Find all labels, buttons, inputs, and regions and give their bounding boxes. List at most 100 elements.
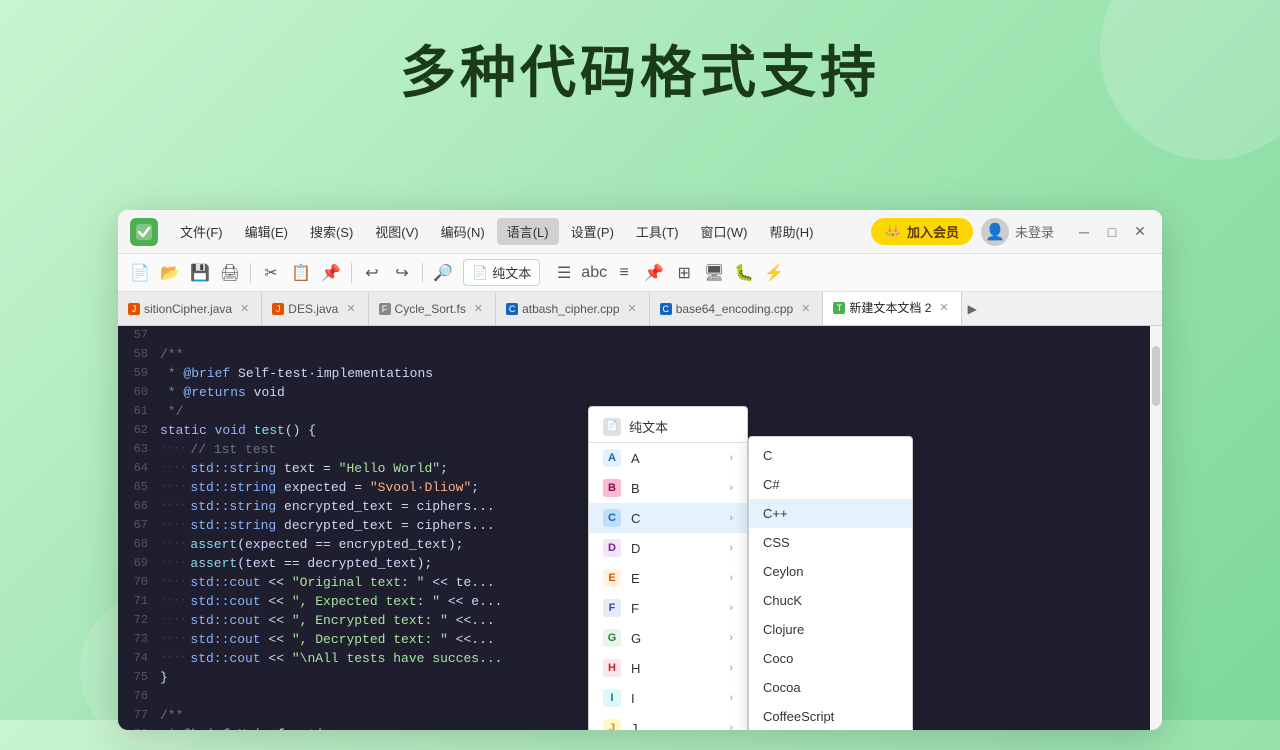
menu-settings[interactable]: 设置(P) [561,218,624,245]
app-logo [130,218,158,246]
tab-close-2[interactable]: ✕ [472,301,485,316]
tab-base64[interactable]: C base64_encoding.cpp ✕ [650,292,824,326]
letter-menu-F[interactable]: F F › [589,593,747,623]
chevron-right-A: › [729,452,733,464]
toolbar-copy[interactable]: 📋 [287,259,315,287]
tab-icon-java-2: J [272,303,284,315]
toolbar-lightning[interactable]: ⚡ [760,259,788,287]
menu-edit[interactable]: 编辑(E) [235,218,298,245]
toolbar-save[interactable]: 💾 [186,259,214,287]
scrollbar[interactable] [1150,326,1162,730]
toolbar-paste[interactable]: 📌 [317,259,345,287]
tab-DES[interactable]: J DES.java ✕ [262,292,368,326]
letter-menu-A[interactable]: A A › [589,443,747,473]
crown-icon: 👑 [885,224,901,240]
chevron-right-C: › [729,512,733,524]
code-line-59: 59 * @brief Self-test·implementations [118,364,1162,383]
lang-ChucK[interactable]: ChucK [749,586,912,615]
letter-menu-B[interactable]: B B › [589,473,747,503]
tab-label-5: 新建文本文档 2 [849,299,931,316]
toolbar-monitor[interactable]: 🖥 [700,259,728,287]
lang-Cocoa[interactable]: Cocoa [749,673,912,702]
tab-sitionCipher[interactable]: J sitionCipher.java ✕ [118,292,262,326]
letter-icon-J: J [603,719,621,730]
tab-atbash[interactable]: C atbash_cipher.cpp ✕ [496,292,650,326]
lang-CSS[interactable]: CSS [749,528,912,557]
scrollbar-thumb[interactable] [1152,346,1160,406]
menu-window[interactable]: 窗口(W) [691,218,758,245]
tab-label-2: Cycle_Sort.fs [395,302,466,316]
toolbar-open[interactable]: 📂 [156,259,184,287]
language-dropdown[interactable]: 📄 纯文本 [463,259,540,286]
tabs-bar: J sitionCipher.java ✕ J DES.java ✕ F Cyc… [118,292,1162,326]
tab-icon-cpp-2: C [660,303,672,315]
toolbar: 📄 📂 💾 🖨 ✂ 📋 📌 ↩ ↪ 🔎 📄 纯文本 ☰ abc ≡ 📌 ⊞ 🖥 … [118,254,1162,292]
letter-menu-C[interactable]: C C › [589,503,747,533]
lang-Clojure[interactable]: Clojure [749,615,912,644]
toolbar-debug[interactable]: 🐛 [730,259,758,287]
minimize-button[interactable]: ─ [1074,222,1094,242]
toolbar-list[interactable]: ☰ [550,259,578,287]
tab-close-4[interactable]: ✕ [799,301,812,316]
toolbar-search[interactable]: 🔎 [429,259,457,287]
letter-menu-J[interactable]: J J › [589,713,747,730]
lang-Coco[interactable]: Coco [749,644,912,673]
join-member-button[interactable]: 👑 加入会员 [871,218,973,245]
tab-close-1[interactable]: ✕ [344,301,357,316]
maximize-button[interactable]: □ [1102,222,1122,242]
toolbar-align[interactable]: ≡ [610,259,638,287]
lang-Cpp[interactable]: C++ [749,499,912,528]
lang-Ceylon[interactable]: Ceylon [749,557,912,586]
letter-menu-D[interactable]: D D › [589,533,747,563]
title-bar-right: 👑 加入会员 👤 未登录 ─ □ ✕ [871,218,1150,246]
letter-menu-G[interactable]: G G › [589,623,747,653]
toolbar-cut[interactable]: ✂ [257,259,285,287]
menu-file[interactable]: 文件(F) [170,218,233,245]
letter-icon-H: H [603,659,621,677]
toolbar-new[interactable]: 📄 [126,259,154,287]
menu-view[interactable]: 视图(V) [365,218,428,245]
toolbar-grid[interactable]: ⊞ [670,259,698,287]
toolbar-sep-3 [422,263,423,283]
letter-icon-D: D [603,539,621,557]
toolbar-right: ☰ abc ≡ 📌 ⊞ 🖥 🐛 ⚡ [550,259,788,287]
join-member-label: 加入会员 [907,222,959,241]
app-window: 文件(F) 编辑(E) 搜索(S) 视图(V) 编码(N) 语言(L) 设置(P… [118,210,1162,730]
letter-menu-E[interactable]: E E › [589,563,747,593]
menu-search[interactable]: 搜索(S) [300,218,363,245]
tab-icon-txt: T [833,302,845,314]
letter-menu-H[interactable]: H H › [589,653,747,683]
menu-encoding[interactable]: 编码(N) [431,218,495,245]
tab-newdoc[interactable]: T 新建文本文档 2 ✕ [823,292,961,326]
menu-help[interactable]: 帮助(H) [759,218,823,245]
lang-dropdown-icon: 📄 [472,265,488,281]
lang-label-Csharp: C# [763,477,780,492]
page-title: 多种代码格式支持 [0,0,1280,109]
toolbar-abc[interactable]: abc [580,259,608,287]
toolbar-redo[interactable]: ↪ [388,259,416,287]
avatar: 👤 [981,218,1009,246]
tab-CycleSort[interactable]: F Cycle_Sort.fs ✕ [369,292,497,326]
close-button[interactable]: ✕ [1130,222,1150,242]
toolbar-undo[interactable]: ↩ [358,259,386,287]
plain-text-menu-item[interactable]: 📄 纯文本 [589,411,747,443]
lang-Csharp[interactable]: C# [749,470,912,499]
menu-tools[interactable]: 工具(T) [626,218,689,245]
chevron-right-H: › [729,662,733,674]
tab-close-3[interactable]: ✕ [626,301,639,316]
chevron-right-G: › [729,632,733,644]
lang-C[interactable]: C [749,441,912,470]
toolbar-print[interactable]: 🖨 [216,259,244,287]
tab-close-0[interactable]: ✕ [238,301,251,316]
lang-CoffeeScript[interactable]: CoffeeScript [749,702,912,730]
menu-language[interactable]: 语言(L) [497,218,559,245]
tab-label-0: sitionCipher.java [144,302,232,316]
lang-label-CoffeeScript: CoffeeScript [763,709,834,724]
lang-label-ChucK: ChucK [763,593,802,608]
lang-dropdown-label: 纯文本 [492,263,531,282]
user-area: 👤 未登录 [981,218,1054,246]
letter-menu-I[interactable]: I I › [589,683,747,713]
toolbar-pin[interactable]: 📌 [640,259,668,287]
tab-close-5[interactable]: ✕ [937,300,950,315]
tab-scroll-arrow[interactable]: ▶ [962,302,983,316]
